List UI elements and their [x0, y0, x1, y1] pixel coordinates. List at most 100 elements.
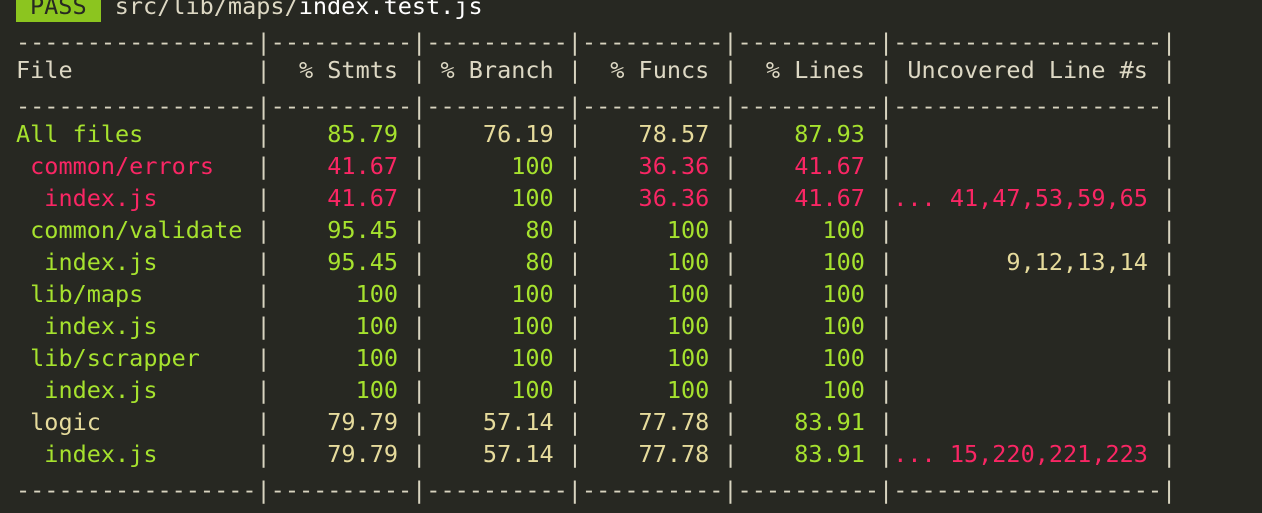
column-separator: | — [567, 184, 582, 212]
cell-uncovered — [893, 120, 1162, 148]
table-row: common/validate | 95.45 | 80 | 100 | 100… — [16, 214, 1176, 246]
column-separator: | — [879, 344, 894, 372]
test-path-dir: src/lib/maps/ — [114, 0, 299, 20]
column-separator: | — [723, 312, 738, 340]
column-separator: | — [412, 152, 427, 180]
cell-branch: 80 — [426, 248, 568, 276]
column-separator: | — [879, 280, 894, 308]
column-separator: | — [256, 184, 271, 212]
column-separator: | — [412, 440, 427, 468]
cell-file: File — [16, 56, 257, 84]
cell-file: common/validate — [16, 216, 257, 244]
cell-funcs: 100 — [581, 344, 724, 372]
cell-uncovered: ... 41,47,53,59,65 — [893, 184, 1163, 212]
column-separator: | — [879, 152, 894, 180]
pass-badge: PASS — [16, 0, 101, 22]
column-separator: | — [567, 280, 582, 308]
column-separator: | — [723, 184, 738, 212]
cell-stmts: 79.79 — [270, 408, 413, 436]
cell-lines: 41.67 — [737, 184, 880, 212]
column-separator: | — [256, 56, 271, 84]
cell-file: index.js — [16, 184, 257, 212]
cell-uncovered — [893, 344, 1162, 372]
column-separator: | — [256, 280, 271, 308]
column-separator: | — [412, 216, 427, 244]
column-separator: | — [723, 376, 738, 404]
table-row: lib/scrapper | 100 | 100 | 100 | 100 | | — [16, 342, 1176, 374]
column-separator: | — [256, 344, 271, 372]
column-separator: | — [879, 312, 894, 340]
cell-funcs: 100 — [581, 280, 724, 308]
column-separator: | — [412, 376, 427, 404]
cell-lines: 100 — [737, 216, 880, 244]
cell-branch: 100 — [426, 184, 568, 212]
column-separator: | — [723, 248, 738, 276]
column-separator: | — [723, 280, 738, 308]
cell-file: logic — [16, 408, 257, 436]
column-separator: | — [1162, 312, 1177, 340]
cell-lines: 83.91 — [737, 408, 880, 436]
column-separator: | — [1162, 344, 1177, 372]
cell-branch: 76.19 — [426, 120, 568, 148]
cell-lines: % Lines — [737, 56, 880, 84]
cell-funcs: 78.57 — [581, 120, 724, 148]
cell-uncovered — [893, 408, 1162, 436]
cell-stmts: 95.45 — [270, 216, 413, 244]
cell-file: All files — [16, 120, 257, 148]
cell-branch: 80 — [426, 216, 568, 244]
cell-stmts: 100 — [270, 376, 413, 404]
column-separator: | — [879, 216, 894, 244]
column-separator: | — [412, 56, 427, 84]
cell-branch: 100 — [426, 152, 568, 180]
column-separator: | — [256, 312, 271, 340]
column-separator: | — [567, 376, 582, 404]
column-separator: | — [256, 248, 271, 276]
column-separator: | — [256, 440, 271, 468]
cell-stmts: 100 — [270, 280, 413, 308]
cell-branch: 100 — [426, 344, 568, 372]
cell-file: index.js — [16, 376, 257, 404]
test-path-file: index.test.js — [298, 0, 483, 20]
column-separator: | — [1162, 56, 1177, 84]
table-row: index.js | 41.67 | 100 | 36.36 | 41.67 |… — [16, 182, 1176, 214]
column-separator: | — [412, 184, 427, 212]
cell-lines: 100 — [737, 248, 880, 276]
cell-funcs: % Funcs — [581, 56, 724, 84]
column-separator: | — [567, 56, 582, 84]
cell-lines: 100 — [737, 280, 880, 308]
column-separator: | — [567, 440, 582, 468]
cell-branch: 57.14 — [426, 440, 568, 468]
column-separator: | — [567, 120, 582, 148]
column-separator: | — [1162, 408, 1177, 436]
column-separator: | — [723, 344, 738, 372]
column-separator: | — [723, 408, 738, 436]
cell-stmts: 100 — [270, 344, 413, 372]
cell-branch: 100 — [426, 376, 568, 404]
column-separator: | — [567, 344, 582, 372]
column-separator: | — [567, 408, 582, 436]
column-separator: | — [879, 120, 894, 148]
cell-uncovered — [893, 376, 1162, 404]
cell-stmts: 41.67 — [270, 152, 413, 180]
cell-uncovered — [893, 216, 1162, 244]
cell-funcs: 100 — [581, 216, 724, 244]
cell-funcs: 100 — [581, 248, 724, 276]
table-header-row: File | % Stmts | % Branch | % Funcs | % … — [16, 54, 1176, 86]
cell-uncovered — [893, 312, 1162, 340]
cell-file: lib/scrapper — [16, 344, 257, 372]
cell-lines: 100 — [737, 344, 880, 372]
column-separator: | — [567, 248, 582, 276]
cell-stmts: 79.79 — [270, 440, 413, 468]
cell-uncovered — [893, 280, 1162, 308]
column-separator: | — [412, 344, 427, 372]
column-separator: | — [723, 56, 738, 84]
column-separator: | — [1162, 120, 1177, 148]
column-separator: | — [879, 376, 894, 404]
cell-stmts: % Stmts — [270, 56, 413, 84]
column-separator: | — [412, 120, 427, 148]
cell-lines: 83.91 — [737, 440, 880, 468]
cell-branch: 100 — [426, 280, 568, 308]
cell-stmts: 85.79 — [270, 120, 413, 148]
column-separator: | — [412, 312, 427, 340]
column-separator: | — [1162, 440, 1177, 468]
